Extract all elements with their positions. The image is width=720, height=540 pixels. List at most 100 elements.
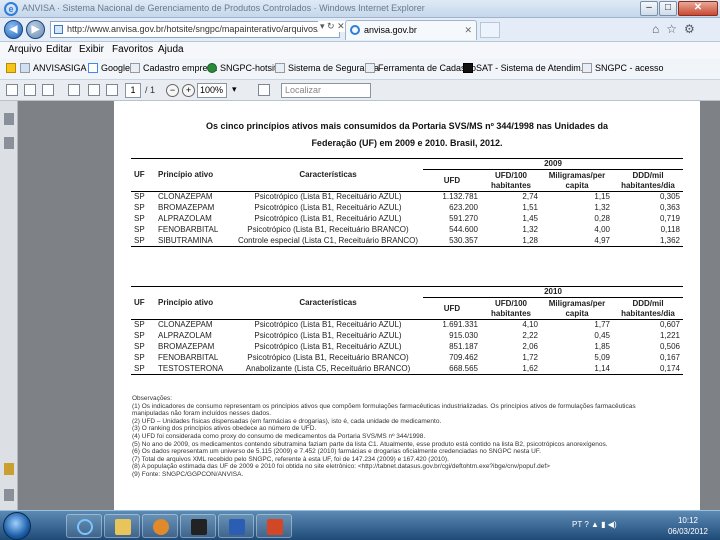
cell-ufd: 668.565	[423, 363, 481, 375]
find-input[interactable]: Localizar	[281, 83, 371, 98]
cell-caracteristicas: Psicotrópico (Lista B1, Receituário AZUL…	[254, 192, 402, 202]
fit-page-icon[interactable]	[258, 84, 270, 96]
cell-ufd-100: 1,72	[522, 353, 538, 362]
attachments-panel-icon[interactable]	[4, 137, 14, 149]
header-year: 2009	[423, 158, 683, 170]
menu-arquivo[interactable]: Arquivo	[8, 44, 42, 55]
tab-close-icon[interactable]: ✕	[464, 21, 472, 39]
favorites-star-icon[interactable]: ☆	[666, 22, 684, 36]
refresh-icon[interactable]: ↻	[327, 21, 335, 31]
comments-panel-icon[interactable]	[4, 463, 14, 475]
attachment-clip-icon[interactable]	[4, 489, 14, 501]
language-indicator[interactable]: PT	[572, 520, 582, 529]
taskbar-powerpoint-icon[interactable]	[256, 514, 292, 538]
fav-google[interactable]: Google	[88, 63, 130, 73]
header-ufd: UFD	[443, 175, 461, 185]
cell-ufd-100: 4,10	[522, 320, 538, 330]
browser-tab[interactable]: anvisa.gov.br ✕	[345, 20, 477, 40]
favorites-star-icon[interactable]	[6, 63, 19, 73]
fav-cadastro-empresa[interactable]: Cadastro empresa	[130, 63, 217, 73]
fav-sat[interactable]: SAT - Sistema de Atendim...	[463, 63, 588, 73]
cell-ufd: 915.030	[449, 331, 478, 340]
maximize-button[interactable]: □	[659, 1, 677, 16]
zoom-dropdown-icon[interactable]: ▾	[232, 84, 244, 96]
address-bar[interactable]: http://www.anvisa.gov.br/hotsite/sngpc/m…	[50, 21, 340, 38]
cell-caracteristicas: Psicotrópico (Lista B1, Receituário AZUL…	[254, 203, 402, 212]
taskbar-explorer-icon[interactable]	[104, 514, 140, 538]
fav-sistema-seguranca[interactable]: Sistema de Segurança	[275, 63, 379, 73]
cell-mg-per-capita: 5,09	[594, 353, 610, 362]
header-ufd-100: UFD/100 habitantes	[490, 298, 531, 318]
cell-principio: ALPRAZOLAM	[158, 331, 212, 340]
cell-ddd: 1,221	[659, 331, 680, 340]
menu-editar[interactable]: Editar	[46, 44, 72, 55]
email-icon[interactable]	[42, 84, 54, 96]
menu-favoritos[interactable]: Favoritos	[112, 44, 153, 55]
cell-ddd: 0,607	[659, 320, 680, 330]
taskbar-photo-icon[interactable]	[180, 514, 216, 538]
clock[interactable]: 10:12 06/03/2012	[660, 515, 716, 537]
tab-label: anvisa.gov.br	[364, 25, 417, 35]
help-icon[interactable]: ?	[584, 520, 588, 529]
table-row: SP TESTOSTERONA Anabolizante (Lista C5, Re…	[131, 363, 683, 375]
fav-siga[interactable]: SIGA	[65, 63, 87, 73]
search-dropdown-icon[interactable]: ▾	[320, 21, 325, 31]
cell-caracteristicas: Controle especial (Lista C1, Receituário…	[233, 235, 423, 247]
minimize-button[interactable]: –	[640, 1, 658, 16]
close-window-button[interactable]: ✕	[678, 1, 718, 16]
note-line: (7) Total de arquivos XML recebido pelo …	[132, 455, 449, 463]
header-caracteristicas: Características	[233, 158, 423, 192]
fav-anvisa[interactable]: ANVISA	[20, 63, 66, 73]
upload-icon[interactable]	[68, 84, 80, 96]
menu-bar: Arquivo Editar Exibir Favoritos Ajuda	[0, 42, 720, 59]
forward-button[interactable]: ▶	[26, 20, 45, 39]
fav-ferramenta-cadastro[interactable]: Ferramenta de Cadastro	[365, 63, 476, 73]
save-icon[interactable]	[6, 84, 18, 96]
stop-icon[interactable]: ✕	[337, 21, 345, 31]
home-icon[interactable]: ⌂	[652, 22, 666, 36]
table-2009: UF Princípio ativo Características 2009 …	[131, 158, 683, 247]
print-icon[interactable]	[24, 84, 36, 96]
cell-caracteristicas: Psicotrópico (Lista B1, Receituário AZUL…	[254, 320, 402, 330]
note-line: (8) A população estimada das UF de 2009 …	[132, 463, 550, 471]
zoom-out-icon[interactable]: −	[166, 84, 179, 97]
show-hidden-icons-icon[interactable]: ▲	[591, 520, 599, 529]
note-line: (1) Os indicadores de consumo representa…	[132, 402, 636, 410]
menu-ajuda[interactable]: Ajuda	[158, 44, 184, 55]
new-tab-button[interactable]	[480, 22, 500, 38]
zoom-level[interactable]: 100%	[197, 83, 227, 98]
page-down-icon[interactable]	[106, 84, 118, 96]
taskbar-media-icon[interactable]	[142, 514, 178, 538]
taskbar-word-icon[interactable]	[218, 514, 254, 538]
cell-ufd-100: 2,22	[522, 331, 538, 340]
network-icon[interactable]: ▮	[601, 520, 605, 529]
cell-mg-per-capita: 1,85	[594, 342, 610, 351]
taskbar-ie-icon[interactable]	[66, 514, 102, 538]
cell-ddd: 0,167	[659, 353, 680, 362]
tools-gear-icon[interactable]: ⚙	[684, 22, 702, 36]
note-line: (3) O ranking dos princípios ativos obed…	[132, 425, 317, 433]
cell-caracteristicas: Psicotrópico (Lista B1, Receituário BRAN…	[247, 353, 409, 362]
volume-icon[interactable]: ◀)	[608, 520, 617, 529]
back-button[interactable]: ◀	[4, 20, 23, 39]
menu-exibir[interactable]: Exibir	[79, 44, 104, 55]
header-mg-per-capita: Miligramas/per capita	[548, 298, 606, 318]
page-number-input[interactable]: 1	[125, 83, 141, 98]
pages-panel-icon[interactable]	[4, 113, 14, 125]
cell-uf: SP	[134, 320, 145, 330]
ie-logo-icon: e	[4, 2, 18, 16]
cell-ufd-100: 2,06	[522, 342, 538, 351]
address-tools[interactable]: ▾ ↻ ✕	[318, 21, 347, 32]
fav-sngpc-acesso[interactable]: SNGPC - acesso	[582, 63, 664, 73]
cell-ufd-100: 1,62	[481, 363, 541, 375]
cell-uf: SP	[134, 225, 145, 234]
cell-uf: SP	[134, 331, 145, 340]
fav-sngpc-hotsite[interactable]: SNGPC-hotsite	[207, 63, 282, 73]
window-title: ANVISA · Sistema Nacional de Gerenciamen…	[22, 3, 425, 13]
start-button[interactable]	[3, 512, 31, 540]
page-up-icon[interactable]	[88, 84, 100, 96]
header-ufd-100: UFD/100 habitantes	[490, 170, 531, 190]
zoom-in-icon[interactable]: +	[182, 84, 195, 97]
pdf-viewer[interactable]: Os cinco princípios ativos mais consumid…	[18, 101, 720, 510]
cell-ufd-100: 2,74	[522, 192, 538, 202]
